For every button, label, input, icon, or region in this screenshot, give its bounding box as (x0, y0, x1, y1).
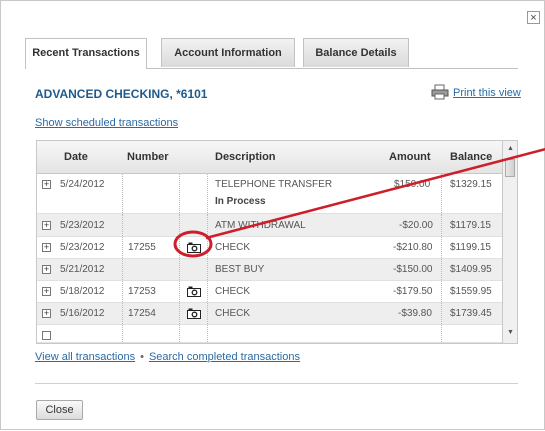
close-dialog-button[interactable]: × (527, 11, 540, 24)
row-balance: $1329.15 (450, 179, 492, 190)
column-header-date[interactable]: Date (64, 151, 88, 163)
scroll-down-icon[interactable]: ▼ (506, 328, 515, 337)
transactions-table: Date Number Description Amount Balance +… (36, 140, 518, 344)
table-header: Date Number Description Amount Balance (37, 141, 502, 174)
row-balance: $1739.45 (450, 308, 492, 319)
tab-account-information[interactable]: Account Information (161, 38, 295, 67)
column-header-number[interactable]: Number (127, 151, 169, 163)
scroll-up-icon[interactable]: ▲ (506, 144, 515, 153)
row-check-number: 17253 (128, 286, 156, 297)
scroll-thumb[interactable] (505, 159, 515, 177)
row-date: 5/23/2012 (60, 242, 105, 253)
row-date: 5/16/2012 (60, 308, 105, 319)
search-completed-transactions-link[interactable]: Search completed transactions (149, 351, 300, 363)
row-description: CHECK (215, 242, 251, 253)
column-header-amount[interactable]: Amount (389, 151, 431, 163)
row-date: 5/23/2012 (60, 220, 105, 231)
link-separator: • (140, 351, 144, 363)
row-balance: $1559.95 (450, 286, 492, 297)
row-amount: $150.00 (394, 179, 431, 190)
row-description: ATM WITHDRAWAL (215, 220, 306, 231)
plus-icon[interactable]: + (42, 243, 51, 252)
print-this-view-link[interactable]: Print this view (453, 87, 521, 99)
table-row[interactable]: + 5/16/2012 17254 CHECK -$39.80 $1739.45 (37, 303, 502, 325)
plus-icon[interactable]: + (42, 287, 51, 296)
row-amount: -$39.80 (398, 308, 432, 319)
plus-icon[interactable]: + (42, 180, 51, 189)
row-balance: $1179.15 (450, 220, 491, 231)
row-description: CHECK (215, 308, 251, 319)
row-description: TELEPHONE TRANSFER (215, 179, 333, 190)
column-header-balance[interactable]: Balance (450, 151, 492, 163)
row-check-number: 17255 (128, 242, 156, 253)
table-row[interactable]: + 5/21/2012 BEST BUY -$150.00 $1409.95 (37, 259, 502, 281)
table-row[interactable]: + 5/24/2012 TELEPHONE TRANSFER In Proces… (37, 174, 502, 214)
divider (35, 383, 518, 384)
row-date: 5/24/2012 (60, 179, 105, 190)
table-row-partial[interactable] (37, 325, 502, 343)
account-title: ADVANCED CHECKING, *6101 (35, 87, 208, 101)
close-button[interactable]: Close (36, 400, 83, 420)
row-date: 5/21/2012 (60, 264, 105, 275)
table-row[interactable]: + 5/23/2012 17255 CHECK -$210.80 $1199.1… (37, 237, 502, 259)
table-scrollbar[interactable]: ▲ ▼ (502, 141, 517, 343)
row-description: BEST BUY (215, 264, 265, 275)
row-balance: $1199.15 (450, 242, 491, 253)
row-status: In Process (215, 196, 266, 207)
row-amount: -$150.00 (393, 264, 433, 275)
camera-icon[interactable] (187, 286, 201, 297)
printer-icon[interactable] (431, 84, 449, 100)
view-all-transactions-link[interactable]: View all transactions (35, 351, 135, 363)
camera-icon[interactable] (187, 308, 201, 319)
table-row[interactable]: + 5/18/2012 17253 CHECK -$179.50 $1559.9… (37, 281, 502, 303)
row-description: CHECK (215, 286, 251, 297)
camera-icon[interactable] (187, 242, 201, 253)
row-check-number: 17254 (128, 308, 156, 319)
column-header-description[interactable]: Description (215, 151, 276, 163)
plus-icon[interactable]: + (42, 265, 51, 274)
footer-links: View all transactions • Search completed t… (35, 351, 300, 363)
row-amount: -$210.80 (393, 242, 433, 253)
plus-icon[interactable]: + (42, 221, 51, 230)
plus-icon[interactable] (42, 331, 51, 340)
plus-icon[interactable]: + (42, 309, 51, 318)
row-amount: -$179.50 (393, 286, 433, 297)
transactions-dialog: × Recent Transactions Account Informatio… (0, 0, 545, 430)
show-scheduled-transactions-link[interactable]: Show scheduled transactions (35, 117, 178, 129)
row-balance: $1409.95 (450, 264, 492, 275)
tab-recent-transactions[interactable]: Recent Transactions (25, 38, 147, 69)
row-date: 5/18/2012 (60, 286, 105, 297)
tab-balance-details[interactable]: Balance Details (303, 38, 409, 67)
table-row[interactable]: + 5/23/2012 ATM WITHDRAWAL -$20.00 $1179… (37, 214, 502, 237)
row-amount: -$20.00 (399, 220, 433, 231)
